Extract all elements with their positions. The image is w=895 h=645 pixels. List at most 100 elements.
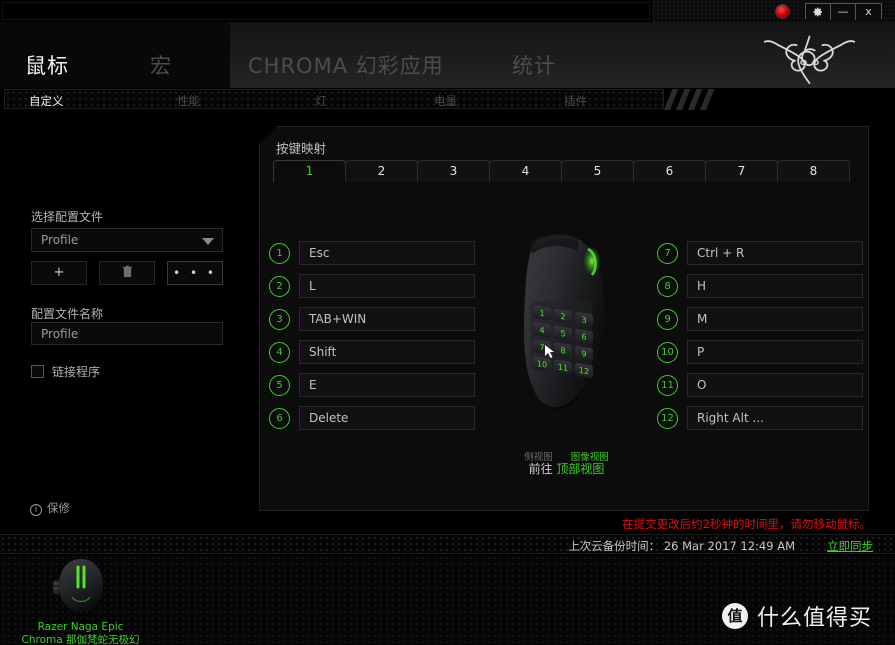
panel-title: 按键映射 bbox=[276, 141, 327, 156]
svg-text:8: 8 bbox=[560, 346, 565, 356]
key-mapping-panel: 按键映射 1 2 3 4 5 6 7 8 1 Esc 2 L 3 TAB+WIN… bbox=[259, 126, 869, 511]
profile-select-value: Profile bbox=[41, 233, 79, 247]
sub-navigation: 自定义 性能 灯 电量 插件 bbox=[4, 89, 664, 109]
tab-keymap-1[interactable]: 1 bbox=[273, 160, 346, 182]
key-binding-field-2[interactable]: L bbox=[299, 274, 475, 298]
mouse-side-view-image[interactable]: 123 456 789 10 11 12 bbox=[499, 227, 629, 442]
key-assignment-row: 10 P bbox=[657, 340, 863, 373]
nav-tab-chroma-apps[interactable]: CHROMA 幻彩应用 bbox=[248, 50, 444, 80]
profile-name-label: 配置文件名称 bbox=[31, 307, 104, 321]
profile-buttons: + • • • bbox=[31, 261, 227, 285]
key-binding-field-3[interactable]: TAB+WIN bbox=[299, 307, 475, 331]
key-assignments-right: 7 Ctrl + R 8 H 9 M 10 P 11 O 12 Right Al… bbox=[657, 241, 863, 439]
key-binding-field-4[interactable]: Shift bbox=[299, 340, 475, 364]
key-number-badge: 9 bbox=[657, 309, 678, 330]
add-profile-button[interactable]: + bbox=[31, 261, 87, 285]
svg-text:6: 6 bbox=[581, 332, 586, 342]
key-binding-field-1[interactable]: Esc bbox=[299, 241, 475, 265]
key-binding-value: L bbox=[309, 279, 316, 293]
gear-icon[interactable] bbox=[806, 4, 831, 20]
key-number-badge: 6 bbox=[269, 408, 290, 429]
key-assignments-left: 1 Esc 2 L 3 TAB+WIN 4 Shift 5 E 6 Delete bbox=[269, 241, 475, 439]
title-bar: — x bbox=[0, 0, 895, 22]
key-binding-value: Right Alt ... bbox=[697, 411, 764, 425]
delete-profile-button[interactable] bbox=[99, 261, 155, 285]
key-assignment-row: 6 Delete bbox=[269, 406, 475, 439]
key-binding-value: Shift bbox=[309, 345, 337, 359]
status-bar: 上次云备份时间： 26 Mar 2017 12:49 AM 立即同步 bbox=[0, 534, 895, 554]
key-number-badge: 11 bbox=[657, 375, 678, 396]
title-bar-left-fill bbox=[0, 0, 652, 22]
key-assignment-row: 8 H bbox=[657, 274, 863, 307]
title-bar-inset bbox=[2, 2, 650, 20]
subnav-tab-power[interactable]: 电量 bbox=[434, 93, 457, 109]
key-binding-field-6[interactable]: Delete bbox=[299, 406, 475, 430]
main-navigation: 鼠标 宏 CHROMA 幻彩应用 统计 bbox=[0, 22, 740, 88]
svg-text:5: 5 bbox=[560, 329, 565, 339]
tab-keymap-3[interactable]: 3 bbox=[417, 160, 490, 182]
key-binding-field-8[interactable]: H bbox=[687, 274, 863, 298]
subnav-tab-addons[interactable]: 插件 bbox=[564, 93, 587, 109]
tab-keymap-8[interactable]: 8 bbox=[777, 160, 850, 182]
key-binding-field-7[interactable]: Ctrl + R bbox=[687, 241, 863, 265]
tab-keymap-6[interactable]: 6 bbox=[633, 160, 706, 182]
goto-top-view-link[interactable]: 顶部视图 bbox=[556, 462, 604, 476]
goto-view-row: 前往 顶部视图 bbox=[499, 460, 634, 477]
svg-text:10: 10 bbox=[537, 359, 547, 370]
svg-text:7: 7 bbox=[539, 343, 544, 353]
svg-text:1: 1 bbox=[539, 309, 544, 319]
key-assignment-row: 4 Shift bbox=[269, 340, 475, 373]
key-assignment-row: 1 Esc bbox=[269, 241, 475, 274]
nav-tab-stats[interactable]: 统计 bbox=[512, 50, 556, 80]
tab-keymap-4[interactable]: 4 bbox=[489, 160, 562, 182]
warranty-link[interactable]: i 保修 bbox=[30, 500, 70, 516]
key-binding-field-11[interactable]: O bbox=[687, 373, 863, 397]
key-binding-field-12[interactable]: Right Alt ... bbox=[687, 406, 863, 430]
chevron-down-icon bbox=[202, 238, 214, 245]
key-binding-field-5[interactable]: E bbox=[299, 373, 475, 397]
device-name-label: Razer Naga Epic Chroma 那伽梵蛇无极幻彩版 bbox=[21, 621, 140, 645]
goto-prefix-label: 前往 bbox=[528, 462, 553, 476]
close-icon[interactable]: x bbox=[856, 4, 881, 20]
warranty-label: 保修 bbox=[47, 501, 70, 515]
key-binding-field-9[interactable]: M bbox=[687, 307, 863, 331]
key-number-badge: 1 bbox=[269, 243, 290, 264]
svg-text:11: 11 bbox=[558, 362, 568, 373]
mouse-move-warning: 在提交更改后约2秒钟的时间里，请勿移动鼠标。 bbox=[622, 517, 871, 531]
tab-keymap-2[interactable]: 2 bbox=[345, 160, 418, 182]
key-binding-value: H bbox=[697, 279, 707, 293]
key-binding-field-10[interactable]: P bbox=[687, 340, 863, 364]
key-binding-value: Ctrl + R bbox=[697, 246, 745, 260]
sync-now-link[interactable]: 立即同步 bbox=[827, 538, 873, 554]
key-assignment-row: 2 L bbox=[269, 274, 475, 307]
select-profile-label: 选择配置文件 bbox=[31, 210, 104, 224]
minimize-icon[interactable]: — bbox=[831, 4, 856, 20]
profile-select-dropdown[interactable]: Profile bbox=[31, 228, 223, 252]
key-assignment-row: 3 TAB+WIN bbox=[269, 307, 475, 340]
nav-tab-mouse[interactable]: 鼠标 bbox=[25, 50, 69, 80]
svg-text:9: 9 bbox=[581, 349, 586, 359]
subnav-tab-customize[interactable]: 自定义 bbox=[29, 93, 64, 109]
subnav-tab-performance[interactable]: 性能 bbox=[177, 93, 200, 109]
razer-logo bbox=[757, 28, 862, 90]
profile-name-value: Profile bbox=[41, 327, 79, 341]
profile-name-input[interactable]: Profile bbox=[31, 322, 223, 345]
key-assignment-row: 9 M bbox=[657, 307, 863, 340]
key-assignment-row: 5 E bbox=[269, 373, 475, 406]
more-profile-options-button[interactable]: • • • bbox=[167, 261, 223, 285]
last-backup-text: 上次云备份时间： 26 Mar 2017 12:49 AM bbox=[568, 539, 795, 553]
subnav-tab-lighting[interactable]: 灯 bbox=[315, 93, 327, 109]
link-program-checkbox[interactable] bbox=[31, 365, 44, 378]
tab-keymap-5[interactable]: 5 bbox=[561, 160, 634, 182]
nav-tab-macro[interactable]: 宏 bbox=[150, 50, 172, 80]
tab-keymap-7[interactable]: 7 bbox=[705, 160, 778, 182]
mouse-top-view-icon bbox=[52, 559, 103, 612]
key-assignment-row: 11 O bbox=[657, 373, 863, 406]
key-number-badge: 10 bbox=[657, 342, 678, 363]
record-dot-icon[interactable] bbox=[775, 4, 790, 19]
key-number-badge: 8 bbox=[657, 276, 678, 297]
key-number-badge: 2 bbox=[269, 276, 290, 297]
key-binding-value: TAB+WIN bbox=[309, 312, 367, 326]
device-item-naga-epic-chroma[interactable]: Razer Naga Epic Chroma 那伽梵蛇无极幻彩版 bbox=[18, 557, 143, 645]
window-controls: — x bbox=[805, 3, 882, 20]
